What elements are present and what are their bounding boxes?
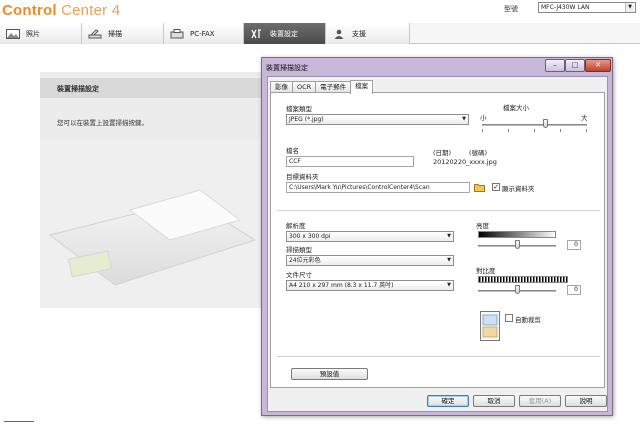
resolution-label: 解析度 (286, 222, 306, 230)
tab-device-settings-label: 裝置設定 (270, 29, 298, 38)
slider-tick (560, 129, 561, 132)
restore-defaults-button[interactable]: 預設值 (291, 368, 368, 380)
chevron-down-icon: ▼ (625, 3, 634, 12)
app-window: Control Center 4 型號 MFC-J430W LAN ▼ 照片 掃… (0, 0, 640, 427)
show-folder-checkbox[interactable]: ✓ (492, 183, 500, 191)
chevron-down-icon: ▼ (462, 116, 466, 122)
app-logo: Control Center 4 (2, 2, 121, 19)
support-person-icon (334, 29, 344, 39)
tab-pc-fax-label: PC-FAX (190, 29, 215, 38)
tab-file[interactable]: 檔案 (350, 80, 374, 94)
resolution-select[interactable]: 300 x 300 dpi ▼ (286, 231, 454, 242)
tab-photo[interactable]: 照片 (0, 23, 82, 44)
maximize-button[interactable]: □ (565, 59, 585, 72)
device-scan-settings-dialog: 裝置掃描設定 – □ ✕ 影像 OCR 電子郵件 檔案 檔案類型 JPEG (*… (261, 57, 613, 416)
file-type-label: 檔案類型 (286, 105, 312, 113)
folder-browse-icon[interactable] (474, 183, 485, 192)
doc-size-label: 文件尺寸 (286, 271, 312, 279)
status-strip (4, 421, 34, 427)
apply-button[interactable]: 套用(A) (519, 395, 561, 407)
model-select-value: MFC-J430W LAN (541, 4, 590, 11)
brightness-label: 亮度 (476, 222, 489, 230)
contrast-value[interactable]: 0 (567, 285, 581, 295)
tab-pc-fax[interactable]: PC-FAX (164, 23, 244, 44)
dialog-titlebar[interactable]: 裝置掃描設定 – □ ✕ (262, 58, 612, 76)
cancel-button[interactable]: 取消 (473, 395, 515, 407)
file-size-large-label: 大 (581, 114, 588, 122)
show-folder-label: 顯示資料夾 (502, 185, 535, 193)
slider-tick (482, 129, 483, 132)
tab-scan-label: 掃描 (108, 29, 122, 38)
dialog-body: 影像 OCR 電子郵件 檔案 檔案類型 JPEG (*.jpg) ▼ 檔案大小 … (267, 76, 608, 412)
dialog-title: 裝置掃描設定 (266, 64, 308, 72)
file-name-label: 檔名 (286, 147, 299, 155)
scan-type-label: 掃描類型 (286, 246, 312, 254)
scanner-icon (88, 28, 102, 38)
file-type-value: JPEG (*.jpg) (289, 116, 324, 123)
model-label: 型號 (504, 5, 518, 13)
scan-type-select[interactable]: 24位元彩色 ▼ (286, 255, 454, 266)
file-tab-page: 檔案類型 JPEG (*.jpg) ▼ 檔案大小 小 大 檔名 CCF (日期)… (270, 92, 605, 388)
contrast-pattern (478, 276, 568, 283)
model-select[interactable]: MFC-J430W LAN ▼ (538, 2, 636, 13)
file-name-input[interactable]: CCF (286, 156, 414, 167)
slider-tick (534, 129, 535, 132)
file-size-slider-thumb[interactable] (543, 119, 548, 128)
slider-tick (586, 129, 587, 132)
close-button[interactable]: ✕ (585, 59, 611, 72)
page-description: 您可以在裝置上設置掃描按鍵。 (57, 119, 148, 127)
file-size-small-label: 小 (480, 114, 487, 122)
doc-size-value: A4 210 x 297 mm (8.3 x 11.7 英吋) (289, 282, 394, 289)
file-name-preview: 20120220_xxxx.jpg (433, 158, 497, 166)
scan-type-value: 24位元彩色 (289, 257, 321, 264)
minimize-button[interactable]: – (545, 59, 565, 72)
tab-support[interactable]: 支援 (326, 23, 410, 44)
brightness-slider-thumb[interactable] (515, 240, 520, 249)
slider-tick (508, 129, 509, 132)
tools-icon (251, 28, 261, 38)
dest-folder-label: 目標資料夾 (286, 173, 319, 181)
photo-icon (6, 28, 20, 39)
brightness-gradient (478, 231, 556, 238)
section-divider (277, 210, 600, 211)
file-size-slider-track[interactable] (482, 124, 587, 126)
number-label: (號碼) (469, 149, 488, 157)
tab-photo-label: 照片 (26, 29, 40, 38)
page-title: 裝置掃描設定 (57, 85, 99, 93)
tab-support-label: 支援 (352, 29, 366, 38)
date-label: (日期) (433, 149, 452, 157)
contrast-slider-thumb[interactable] (515, 285, 520, 294)
device-illustration (40, 140, 270, 308)
section-divider (277, 356, 600, 357)
contrast-label: 對比度 (476, 267, 496, 275)
chevron-down-icon: ▼ (447, 282, 451, 288)
auto-crop-checkbox[interactable] (505, 314, 513, 322)
ok-button[interactable]: 確定 (427, 395, 469, 407)
document-preview-icon (480, 311, 500, 341)
brightness-value[interactable]: 0 (567, 240, 581, 250)
file-type-select[interactable]: JPEG (*.jpg) ▼ (286, 114, 469, 125)
chevron-down-icon: ▼ (447, 233, 451, 239)
chevron-down-icon: ▼ (447, 257, 451, 263)
check-icon: ✓ (493, 183, 499, 191)
tab-device-settings[interactable]: 裝置設定 (244, 23, 326, 44)
tab-scan[interactable]: 掃描 (82, 23, 164, 44)
doc-size-select[interactable]: A4 210 x 297 mm (8.3 x 11.7 英吋) ▼ (286, 280, 454, 291)
file-size-label: 檔案大小 (503, 104, 529, 112)
resolution-value: 300 x 300 dpi (289, 233, 331, 240)
fax-icon (170, 28, 184, 38)
auto-crop-label: 自動裁剪 (515, 316, 541, 324)
main-tab-bar: 照片 掃描 PC-FAX 裝置設定 支援 (0, 23, 640, 44)
help-button[interactable]: 說明 (565, 395, 607, 407)
dest-folder-input[interactable]: C:\Users\Mark Yu\Pictures\ControlCenter4… (286, 182, 470, 193)
